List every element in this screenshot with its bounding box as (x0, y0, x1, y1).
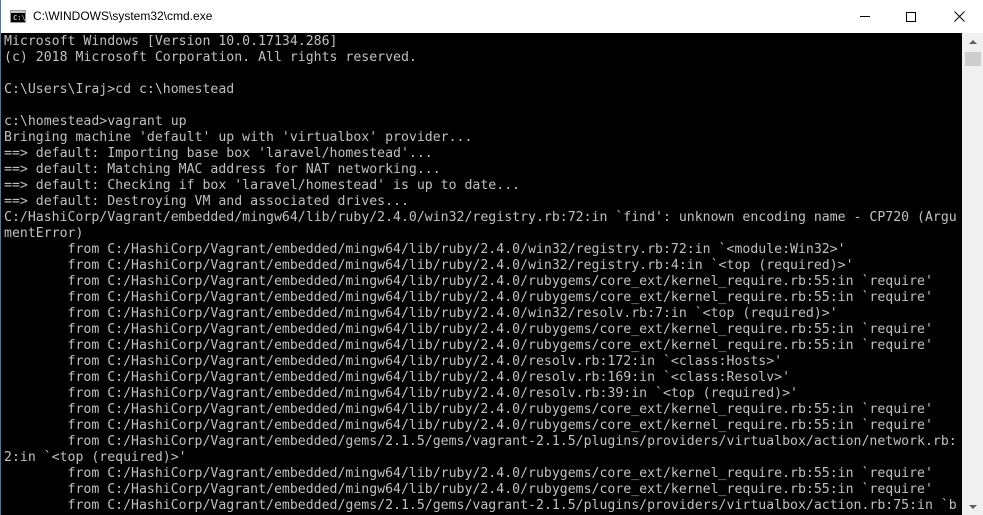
console-line: from C:/HashiCorp/Vagrant/embedded/mingw… (4, 274, 933, 289)
maximize-button[interactable] (888, 0, 934, 33)
console-line: from C:/HashiCorp/Vagrant/embedded/mingw… (4, 418, 933, 433)
console-line: C:/HashiCorp/Vagrant/embedded/mingw64/li… (4, 210, 957, 225)
console-line: from C:/HashiCorp/Vagrant/embedded/mingw… (4, 242, 846, 257)
console-line: ==> default: Destroying VM and associate… (4, 194, 409, 209)
cmd-app-icon[interactable]: C:\ (10, 10, 26, 23)
arrow-down-icon (969, 504, 977, 509)
title-bar[interactable]: C:\ C:\WINDOWS\system32\cmd.exe (1, 0, 983, 33)
close-button[interactable] (934, 0, 983, 33)
minimize-button[interactable] (842, 0, 888, 33)
scroll-up-button[interactable] (962, 33, 983, 50)
arrow-up-icon (969, 39, 977, 44)
console-line: Microsoft Windows [Version 10.0.17134.28… (4, 34, 338, 49)
console-line: Bringing machine 'default' up with 'virt… (4, 130, 473, 145)
close-icon (953, 11, 965, 22)
console-line: from C:/HashiCorp/Vagrant/embedded/mingw… (4, 482, 933, 497)
console-line: (c) 2018 Microsoft Corporation. All righ… (4, 50, 417, 65)
cmd-window: C:\ C:\WINDOWS\system32\cmd.exe Microsof… (0, 0, 983, 515)
console-line: mentError) (4, 226, 84, 241)
console-line: from C:/HashiCorp/Vagrant/embedded/mingw… (4, 370, 791, 385)
console-line: from C:/HashiCorp/Vagrant/embedded/mingw… (4, 354, 783, 369)
console-line: from C:/HashiCorp/Vagrant/embedded/mingw… (4, 402, 933, 417)
console-line: ==> default: Matching MAC address for NA… (4, 162, 441, 177)
scrollbar-thumb[interactable] (965, 52, 981, 66)
console-line: from C:/HashiCorp/Vagrant/embedded/mingw… (4, 258, 854, 273)
maximize-icon (906, 11, 916, 22)
console-line: from C:/HashiCorp/Vagrant/embedded/mingw… (4, 290, 933, 305)
console-line: C:\Users\Iraj>cd c:\homestead (4, 82, 235, 97)
console-line: from C:/HashiCorp/Vagrant/embedded/mingw… (4, 386, 798, 401)
window-title: C:\WINDOWS\system32\cmd.exe (33, 9, 213, 23)
console-line: from C:/HashiCorp/Vagrant/embedded/mingw… (4, 306, 838, 321)
scroll-down-button[interactable] (962, 498, 983, 515)
vertical-scrollbar[interactable] (962, 33, 983, 515)
console-line: from C:/HashiCorp/Vagrant/embedded/gems/… (4, 498, 957, 513)
console-line: 2:in `<top (required)>' (4, 450, 187, 465)
console-line: ==> default: Checking if box 'laravel/ho… (4, 178, 521, 193)
console-line: c:\homestead>vagrant up (4, 114, 187, 129)
console-line: from C:/HashiCorp/Vagrant/embedded/mingw… (4, 466, 933, 481)
console-line: ==> default: Importing base box 'laravel… (4, 146, 433, 161)
console-output[interactable]: Microsoft Windows [Version 10.0.17134.28… (1, 33, 962, 515)
console-line: from C:/HashiCorp/Vagrant/embedded/mingw… (4, 322, 933, 337)
console-line: from C:/HashiCorp/Vagrant/embedded/gems/… (4, 434, 957, 449)
cmd-icon-glyph: C:\ (13, 14, 26, 22)
minimize-icon (860, 16, 870, 17)
console-line: from C:/HashiCorp/Vagrant/embedded/mingw… (4, 338, 933, 353)
